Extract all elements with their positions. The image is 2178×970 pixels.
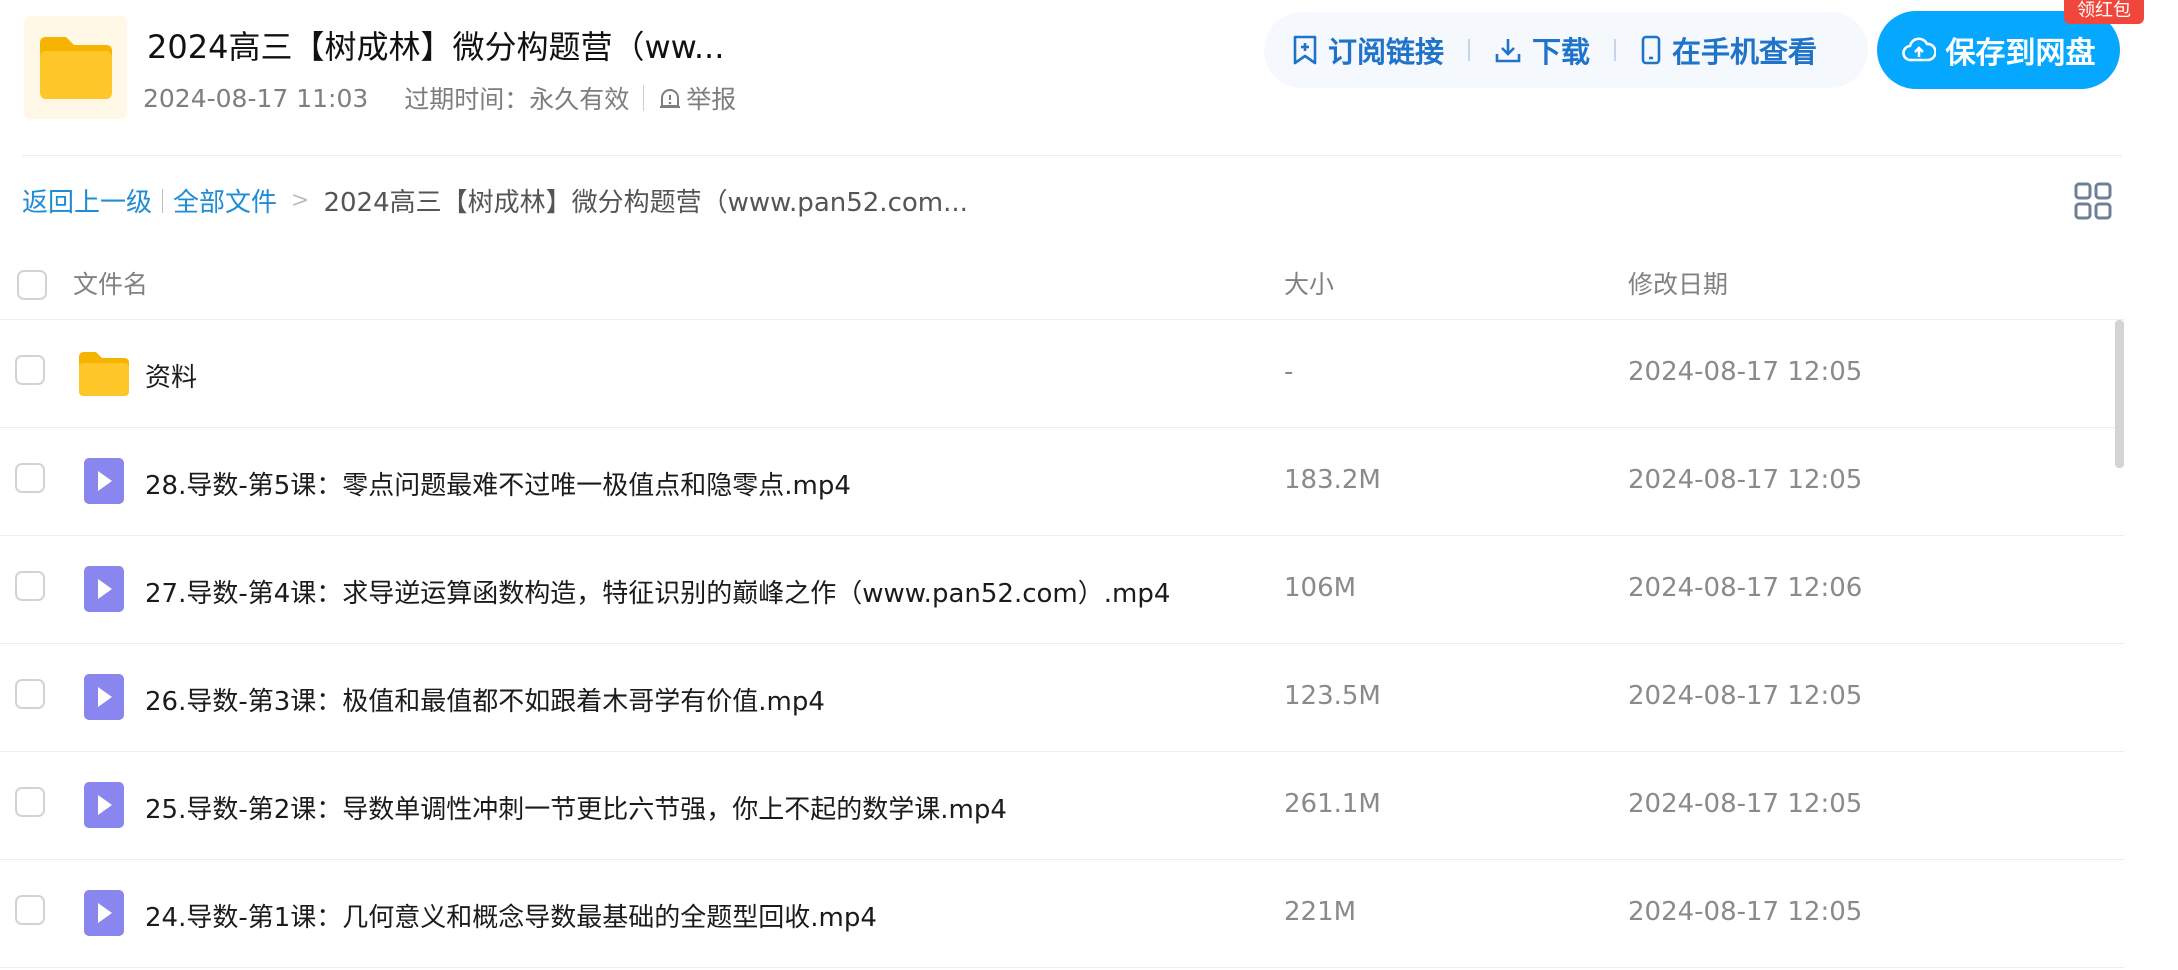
row-checkbox[interactable]: [15, 895, 45, 925]
video-file-icon: [78, 888, 130, 938]
current-folder: 2024高三【树成林】微分构题营（www.pan52.com...: [323, 188, 968, 218]
view-on-phone-button[interactable]: 在手机查看: [1640, 29, 1817, 71]
file-date: 2024-08-17 12:05: [1628, 465, 1863, 495]
back-link[interactable]: 返回上一级: [22, 182, 152, 219]
scrollbar-thumb[interactable]: [2115, 320, 2124, 468]
file-size: 123.5M: [1284, 681, 1381, 711]
file-size: 221M: [1284, 897, 1357, 927]
red-packet-badge[interactable]: 领红包: [2064, 0, 2144, 24]
meta-divider: [643, 85, 645, 111]
file-table-header: 文件名 大小 修改日期: [0, 248, 2124, 320]
file-size: 106M: [1284, 573, 1357, 603]
share-header: 2024高三【树成林】微分构题营（ww... 2024-08-17 11:03 …: [0, 0, 2178, 156]
expiry-text: 过期时间：永久有效: [404, 85, 630, 114]
action-divider: [1468, 39, 1471, 61]
row-checkbox[interactable]: [15, 571, 45, 601]
video-file-icon: [78, 456, 130, 506]
file-name[interactable]: 25.导数-第2课：导数单调性冲刺一节更比六节强，你上不起的数学课.mp4: [145, 789, 1007, 826]
folder-icon: [78, 348, 130, 398]
view-on-phone-label: 在手机查看: [1672, 35, 1818, 69]
file-date: 2024-08-17 12:05: [1628, 357, 1863, 387]
table-row[interactable]: 28.导数-第5课：零点问题最难不过唯一极值点和隐零点.mp4 183.2M 2…: [0, 428, 2124, 536]
all-files-link[interactable]: 全部文件: [173, 182, 277, 219]
video-file-icon: [78, 780, 130, 830]
column-modified[interactable]: 修改日期: [1628, 265, 1728, 301]
file-size: -: [1284, 357, 1294, 387]
bookmark-plus-icon: [1293, 35, 1317, 65]
download-button[interactable]: 下载: [1494, 29, 1590, 71]
report-label: 举报: [686, 85, 737, 114]
file-date: 2024-08-17 12:06: [1628, 573, 1863, 603]
file-name[interactable]: 26.导数-第3课：极值和最值都不如跟着木哥学有价值.mp4: [145, 681, 825, 718]
file-name[interactable]: 24.导数-第1课：几何意义和概念导数最基础的全题型回收.mp4: [145, 897, 877, 934]
row-checkbox[interactable]: [15, 679, 45, 709]
folder-icon: [24, 16, 127, 119]
table-row[interactable]: 26.导数-第3课：极值和最值都不如跟着木哥学有价值.mp4 123.5M 20…: [0, 644, 2124, 752]
file-name[interactable]: 27.导数-第4课：求导逆运算函数构造，特征识别的巅峰之作（www.pan52.…: [145, 573, 1170, 610]
save-to-drive-label: 保存到网盘: [1945, 36, 2096, 71]
created-time: 2024-08-17 11:03: [143, 83, 369, 113]
download-label: 下载: [1532, 35, 1591, 69]
report-link[interactable]: 举报: [658, 80, 736, 116]
subscribe-button[interactable]: 订阅链接: [1292, 29, 1444, 71]
select-all-checkbox[interactable]: [17, 270, 47, 300]
action-bar: 订阅链接 下载 在手机查看: [1264, 12, 1868, 88]
action-divider: [1614, 39, 1617, 61]
grid-view-icon[interactable]: [2073, 181, 2113, 221]
file-list: 资料 - 2024-08-17 12:05 28.导数-第5课：零点问题最难不过…: [0, 320, 2124, 968]
cloud-upload-icon: [1901, 37, 1936, 62]
table-row[interactable]: 25.导数-第2课：导数单调性冲刺一节更比六节强，你上不起的数学课.mp4 26…: [0, 752, 2124, 860]
breadcrumb-arrow: >: [291, 188, 310, 213]
header-divider: [22, 155, 2122, 156]
breadcrumb-divider: [162, 188, 164, 213]
row-checkbox[interactable]: [15, 355, 45, 385]
download-icon: [1495, 39, 1521, 63]
file-date: 2024-08-17 12:05: [1628, 681, 1863, 711]
share-meta: 2024-08-17 11:03 过期时间：永久有效 举报: [143, 80, 736, 116]
breadcrumb: 返回上一级 全部文件 > 2024高三【树成林】微分构题营（www.pan52.…: [22, 182, 968, 219]
phone-icon: [1641, 35, 1661, 65]
file-name[interactable]: 资料: [145, 357, 197, 394]
file-date: 2024-08-17 12:05: [1628, 789, 1863, 819]
file-date: 2024-08-17 12:05: [1628, 897, 1863, 927]
table-row[interactable]: 资料 - 2024-08-17 12:05: [0, 320, 2124, 428]
video-file-icon: [78, 564, 130, 614]
row-checkbox[interactable]: [15, 463, 45, 493]
file-size: 183.2M: [1284, 465, 1381, 495]
video-file-icon: [78, 672, 130, 722]
row-checkbox[interactable]: [15, 787, 45, 817]
table-row[interactable]: 24.导数-第1课：几何意义和概念导数最基础的全题型回收.mp4 221M 20…: [0, 860, 2124, 968]
subscribe-label: 订阅链接: [1328, 35, 1445, 69]
column-size[interactable]: 大小: [1284, 265, 1334, 301]
share-title: 2024高三【树成林】微分构题营（ww...: [147, 28, 725, 66]
column-filename[interactable]: 文件名: [73, 265, 148, 301]
file-size: 261.1M: [1284, 789, 1381, 819]
file-name[interactable]: 28.导数-第5课：零点问题最难不过唯一极值点和隐零点.mp4: [145, 465, 851, 502]
table-row[interactable]: 27.导数-第4课：求导逆运算函数构造，特征识别的巅峰之作（www.pan52.…: [0, 536, 2124, 644]
alert-icon: [660, 89, 681, 108]
